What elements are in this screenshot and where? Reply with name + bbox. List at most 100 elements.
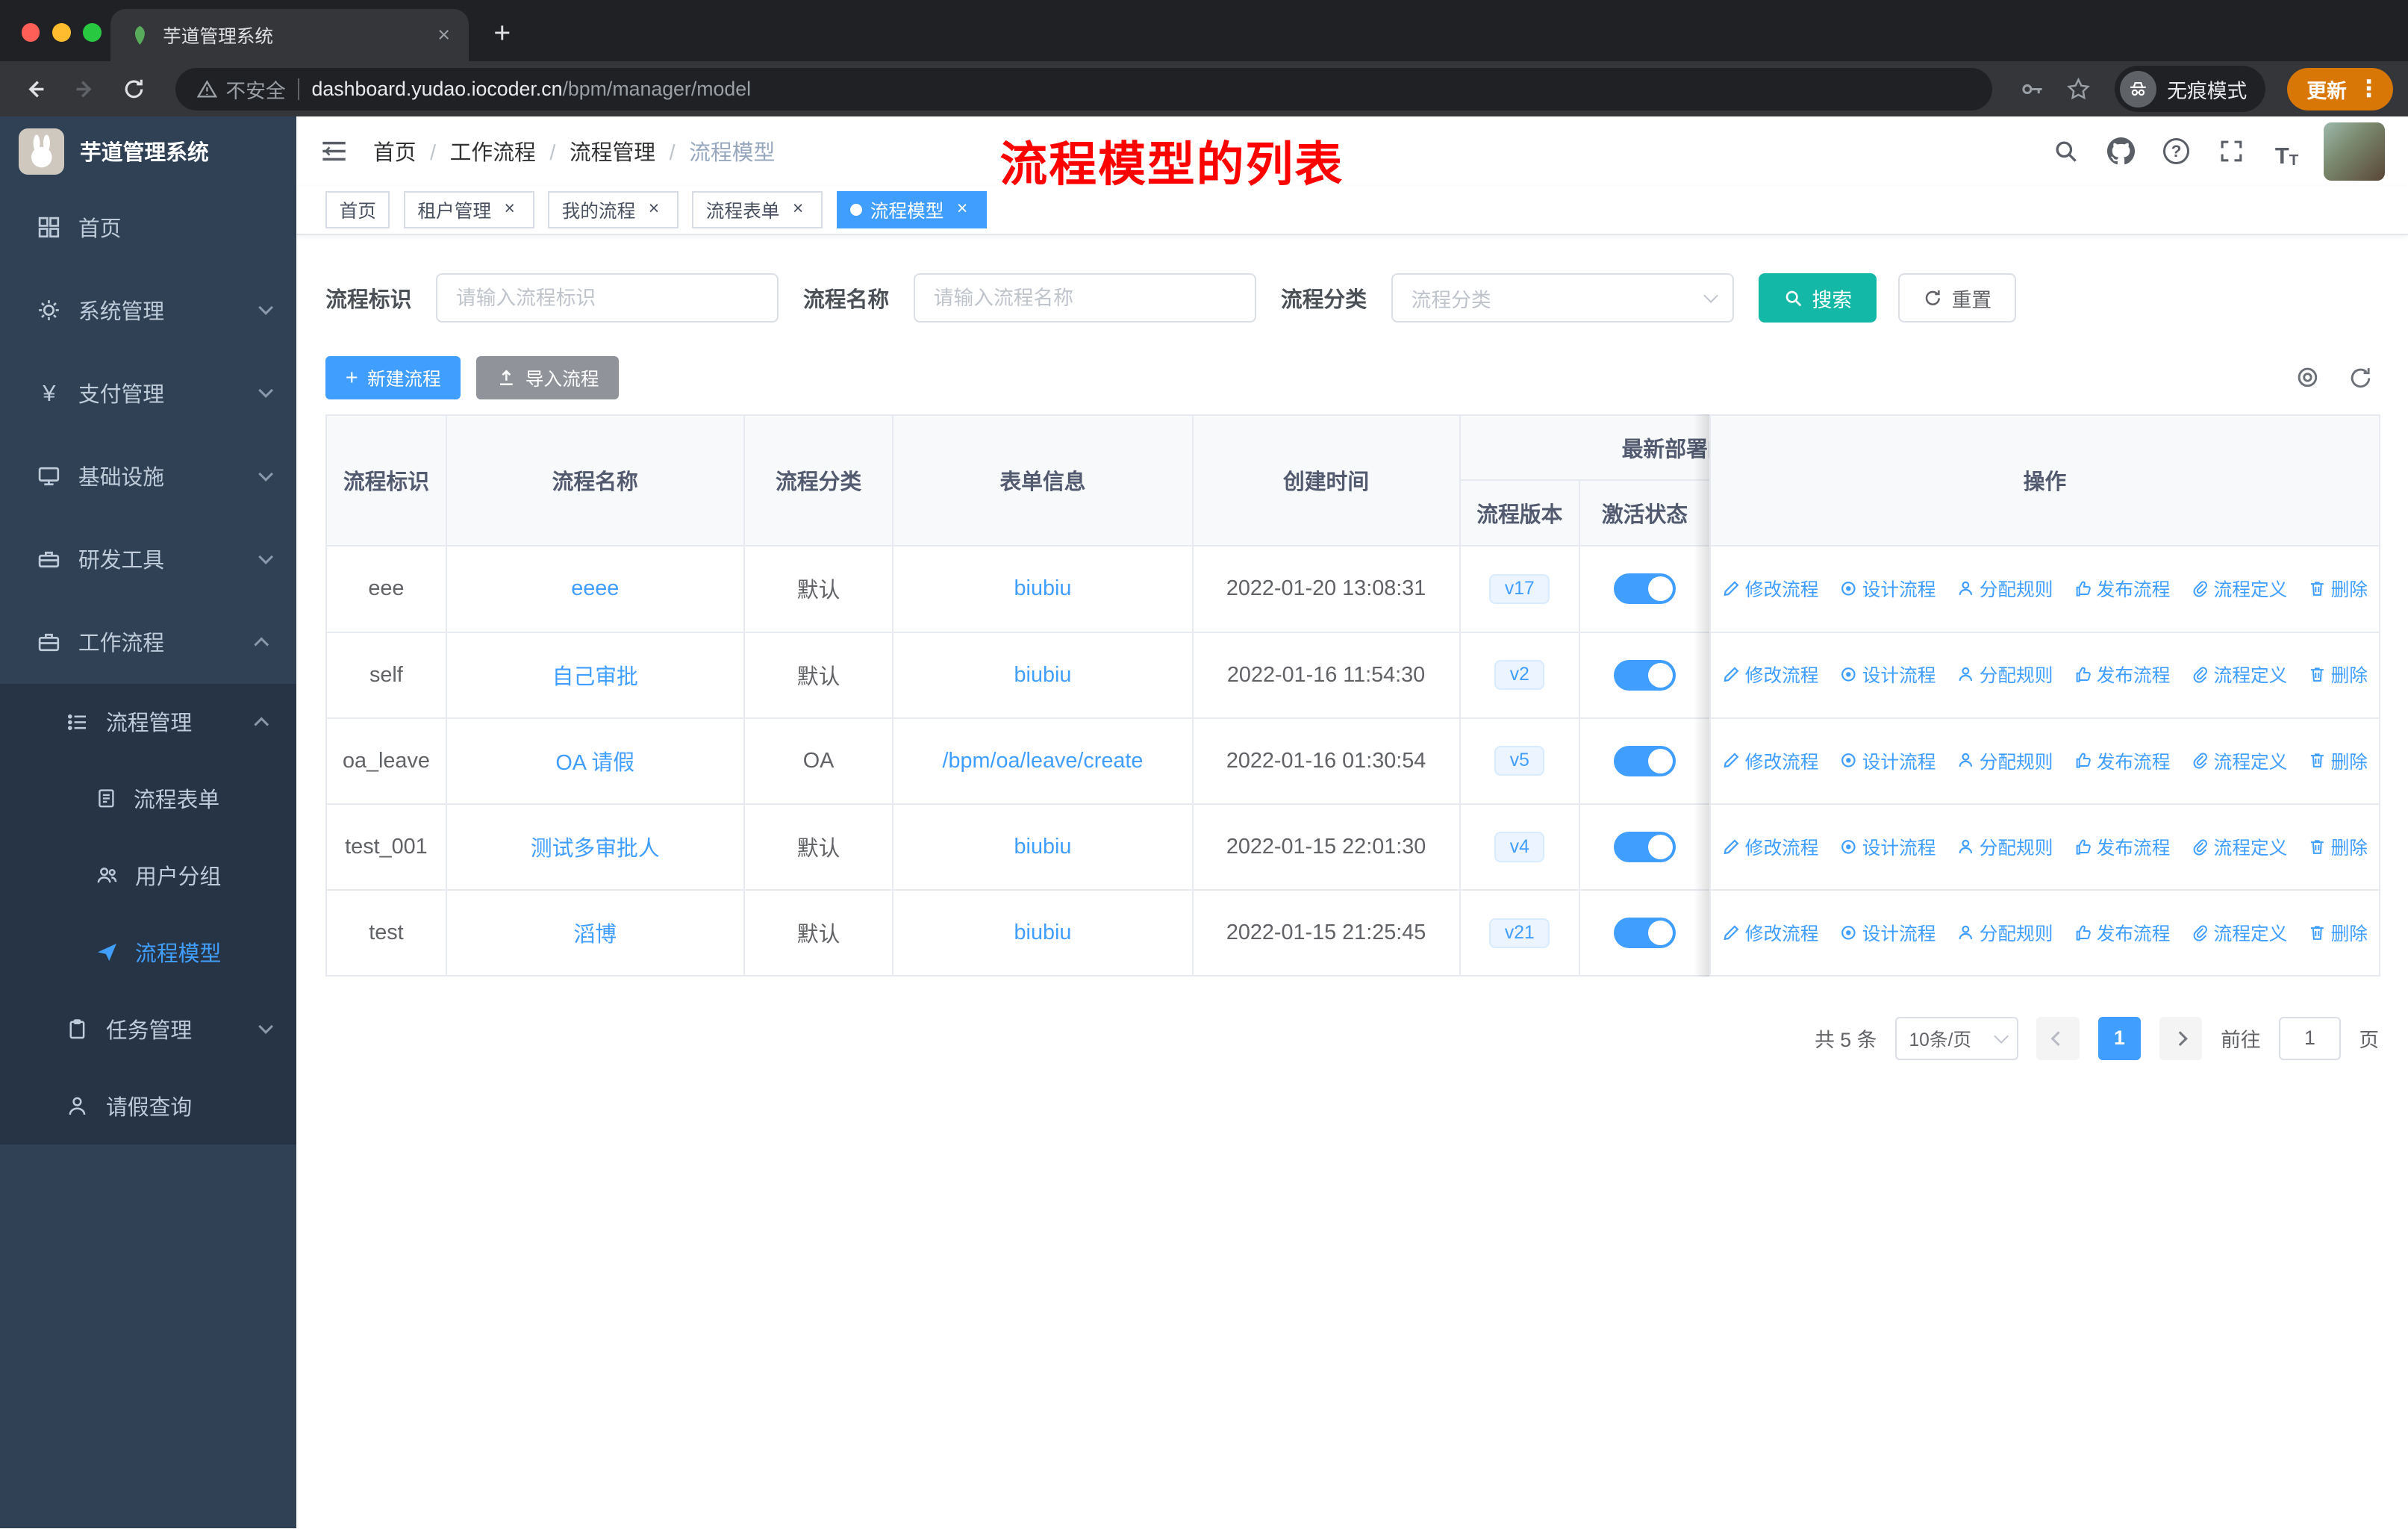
- process-name-link[interactable]: 测试多审批人: [531, 837, 660, 861]
- version-badge[interactable]: v5: [1494, 746, 1545, 776]
- sidebar-item-payment[interactable]: ¥ 支付管理: [0, 352, 296, 435]
- op-delete[interactable]: 删除: [2308, 747, 2368, 774]
- process-name-link[interactable]: eeee: [571, 576, 619, 600]
- op-design-process[interactable]: 设计流程: [1839, 575, 1936, 602]
- breadcrumb-home[interactable]: 首页: [373, 136, 450, 166]
- op-design-process[interactable]: 设计流程: [1839, 661, 1936, 688]
- sidebar-item-process-model[interactable]: 流程模型: [0, 914, 296, 991]
- form-info-link[interactable]: biubiu: [1014, 921, 1072, 944]
- breadcrumb-workflow[interactable]: 工作流程: [450, 136, 570, 166]
- form-info-link[interactable]: biubiu: [1014, 835, 1072, 859]
- browser-menu-icon[interactable]: ⋮: [2357, 75, 2380, 102]
- sidebar-item-leave-query[interactable]: 请假查询: [0, 1068, 296, 1145]
- back-button[interactable]: [16, 69, 55, 109]
- process-name-link[interactable]: 滔博: [573, 923, 617, 947]
- op-edit-process[interactable]: 修改流程: [1722, 661, 1818, 688]
- op-process-definition[interactable]: 流程定义: [2191, 747, 2287, 774]
- user-avatar[interactable]: [2324, 122, 2386, 181]
- op-edit-process[interactable]: 修改流程: [1722, 575, 1818, 602]
- op-assign-rule[interactable]: 分配规则: [1956, 919, 2053, 946]
- goto-page-input[interactable]: [2279, 1016, 2341, 1060]
- close-window-button[interactable]: [21, 22, 40, 42]
- close-icon[interactable]: ×: [499, 199, 520, 220]
- op-assign-rule[interactable]: 分配规则: [1956, 833, 2053, 860]
- reset-button[interactable]: 重置: [1897, 273, 2016, 323]
- tag-tenant[interactable]: 租户管理 ×: [403, 191, 534, 228]
- help-icon[interactable]: ?: [2158, 133, 2195, 169]
- op-process-definition[interactable]: 流程定义: [2191, 661, 2287, 688]
- tag-home[interactable]: 首页: [325, 191, 390, 228]
- active-toggle[interactable]: [1614, 573, 1676, 605]
- new-tab-button[interactable]: +: [481, 12, 524, 55]
- import-process-button[interactable]: 导入流程: [475, 356, 620, 399]
- breadcrumb-process-manage[interactable]: 流程管理: [570, 136, 689, 166]
- op-process-definition[interactable]: 流程定义: [2191, 919, 2287, 946]
- sidebar-item-devtools[interactable]: 研发工具: [0, 517, 296, 600]
- address-bar[interactable]: 不安全 dashboard.yudao.iocoder.cn/bpm/manag…: [175, 67, 1992, 111]
- refresh-table-icon[interactable]: [2348, 366, 2373, 390]
- op-design-process[interactable]: 设计流程: [1839, 747, 1936, 774]
- sidebar-item-home[interactable]: 首页: [0, 186, 296, 269]
- create-process-button[interactable]: + 新建流程: [325, 356, 461, 399]
- op-publish-process[interactable]: 发布流程: [2074, 919, 2170, 946]
- active-toggle[interactable]: [1614, 745, 1676, 776]
- op-edit-process[interactable]: 修改流程: [1722, 919, 1818, 946]
- op-edit-process[interactable]: 修改流程: [1722, 833, 1818, 860]
- next-page-button[interactable]: [2159, 1016, 2203, 1060]
- active-toggle[interactable]: [1614, 918, 1676, 949]
- fullscreen-icon[interactable]: [2213, 133, 2250, 169]
- op-delete[interactable]: 删除: [2308, 833, 2368, 860]
- op-delete[interactable]: 删除: [2308, 661, 2368, 688]
- sidebar-item-user-group[interactable]: 用户分组: [0, 837, 296, 914]
- op-publish-process[interactable]: 发布流程: [2074, 575, 2170, 602]
- close-icon[interactable]: ×: [787, 199, 809, 220]
- incognito-badge[interactable]: 无痕模式: [2115, 66, 2265, 113]
- op-design-process[interactable]: 设计流程: [1839, 919, 1936, 946]
- op-assign-rule[interactable]: 分配规则: [1956, 661, 2053, 688]
- active-toggle[interactable]: [1614, 659, 1676, 691]
- process-key-input[interactable]: [436, 273, 779, 323]
- tag-process-form[interactable]: 流程表单 ×: [692, 191, 823, 228]
- op-process-definition[interactable]: 流程定义: [2191, 575, 2287, 602]
- minimize-window-button[interactable]: [52, 22, 71, 42]
- op-assign-rule[interactable]: 分配规则: [1956, 575, 2053, 602]
- active-toggle[interactable]: [1614, 832, 1676, 863]
- sidebar-item-process-form[interactable]: 流程表单: [0, 760, 296, 837]
- sidebar-item-process-manage[interactable]: 流程管理: [0, 684, 296, 761]
- process-name-link[interactable]: 自己审批: [552, 665, 638, 689]
- version-badge[interactable]: v17: [1489, 573, 1550, 605]
- sidebar-collapse-icon[interactable]: [319, 138, 349, 164]
- op-design-process[interactable]: 设计流程: [1839, 833, 1936, 860]
- browser-tab[interactable]: 芋道管理系统 ×: [110, 9, 469, 62]
- prev-page-button[interactable]: [2036, 1016, 2080, 1060]
- form-info-link[interactable]: biubiu: [1014, 576, 1072, 600]
- form-info-link[interactable]: /bpm/oa/leave/create: [942, 749, 1143, 773]
- page-number-current[interactable]: 1: [2097, 1016, 2142, 1060]
- page-size-select[interactable]: 10条/页: [1895, 1016, 2018, 1060]
- op-assign-rule[interactable]: 分配规则: [1956, 747, 2053, 774]
- tag-process-model[interactable]: 流程模型 ×: [836, 191, 987, 228]
- form-info-link[interactable]: biubiu: [1014, 663, 1072, 687]
- process-name-link[interactable]: OA 请假: [555, 751, 634, 775]
- github-icon[interactable]: [2103, 133, 2139, 169]
- tag-my-process[interactable]: 我的流程 ×: [548, 191, 679, 228]
- password-key-icon[interactable]: [2014, 71, 2050, 108]
- op-process-definition[interactable]: 流程定义: [2191, 833, 2287, 860]
- bookmark-star-icon[interactable]: [2059, 71, 2096, 108]
- op-edit-process[interactable]: 修改流程: [1722, 747, 1818, 774]
- forward-button[interactable]: [64, 69, 104, 109]
- font-size-icon[interactable]: TT: [2268, 133, 2305, 169]
- sidebar-item-workflow[interactable]: 工作流程: [0, 600, 296, 683]
- version-badge[interactable]: v4: [1494, 832, 1545, 862]
- op-publish-process[interactable]: 发布流程: [2074, 747, 2170, 774]
- sidebar-item-task-manage[interactable]: 任务管理: [0, 991, 296, 1068]
- maximize-window-button[interactable]: [83, 22, 102, 42]
- tab-close-icon[interactable]: ×: [431, 23, 456, 48]
- close-icon[interactable]: ×: [952, 199, 973, 220]
- sidebar-item-system[interactable]: 系统管理: [0, 269, 296, 352]
- browser-update-button[interactable]: 更新 ⋮: [2286, 67, 2393, 111]
- search-icon[interactable]: [2047, 133, 2084, 169]
- category-select[interactable]: 流程分类: [1391, 273, 1734, 323]
- op-publish-process[interactable]: 发布流程: [2074, 661, 2170, 688]
- sidebar-item-infra[interactable]: 基础设施: [0, 435, 296, 517]
